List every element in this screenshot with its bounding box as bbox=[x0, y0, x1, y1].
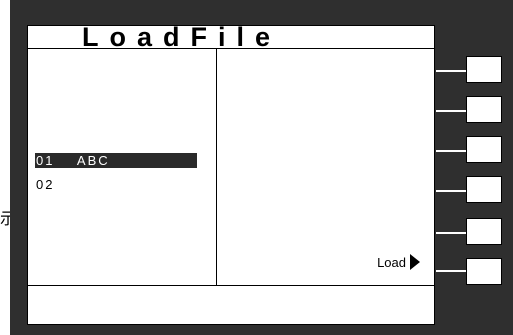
file-number: 01 bbox=[36, 153, 55, 168]
softkey-2[interactable] bbox=[466, 96, 502, 123]
page-title: LoadFile bbox=[82, 26, 282, 49]
file-list-item[interactable]: 02 bbox=[35, 177, 197, 192]
softkey-connector bbox=[436, 190, 466, 192]
softkey-3[interactable] bbox=[466, 136, 502, 163]
softkey-1[interactable] bbox=[466, 56, 502, 83]
softkey-connector bbox=[436, 150, 466, 152]
load-softkey-label: Load bbox=[377, 254, 420, 270]
softkey-label-pane: Load bbox=[217, 49, 434, 285]
display-screen: LoadFile 01 ABC 02 Load bbox=[27, 25, 435, 325]
title-bar: LoadFile bbox=[28, 26, 434, 49]
status-bar bbox=[28, 285, 434, 326]
softkey-6[interactable] bbox=[466, 258, 502, 285]
softkey-load[interactable] bbox=[466, 218, 502, 245]
arrow-right-icon bbox=[410, 254, 420, 270]
file-name: ABC bbox=[76, 153, 110, 168]
load-label-text: Load bbox=[377, 254, 406, 270]
file-list-item[interactable]: 01 ABC bbox=[35, 153, 197, 168]
softkey-connector bbox=[436, 270, 466, 272]
file-number: 02 bbox=[36, 177, 55, 192]
softkey-connector bbox=[436, 110, 466, 112]
softkey-connector bbox=[436, 70, 466, 72]
softkey-connector bbox=[436, 232, 466, 234]
file-list-pane: 01 ABC 02 bbox=[28, 49, 217, 285]
softkey-4[interactable] bbox=[466, 176, 502, 203]
